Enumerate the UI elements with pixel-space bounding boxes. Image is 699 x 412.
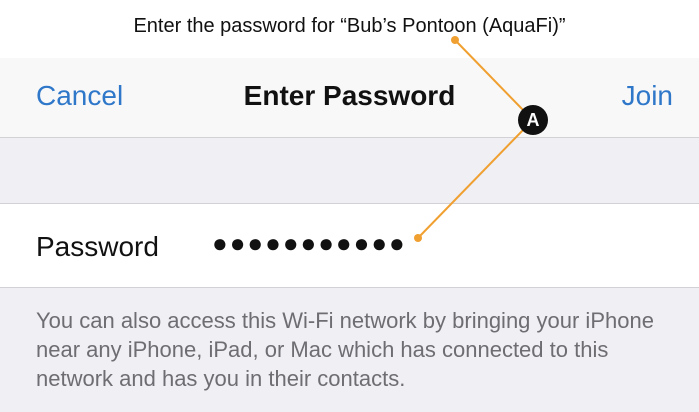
footer-section: You can also access this Wi-Fi network b… bbox=[0, 288, 699, 412]
password-field-row[interactable]: Password ●●●●●●●●●●● bbox=[0, 204, 699, 288]
password-label: Password bbox=[36, 231, 159, 262]
page-title: Enter Password bbox=[243, 80, 456, 111]
join-button[interactable]: Join bbox=[622, 80, 673, 112]
section-spacer bbox=[0, 138, 699, 204]
footer-help-text: You can also access this Wi-Fi network b… bbox=[36, 308, 654, 391]
network-password-prompt: Enter the password for “Bub’s Pontoon (A… bbox=[0, 0, 699, 58]
callout-badge: A bbox=[518, 105, 548, 135]
navigation-bar: Cancel Enter Password Join bbox=[0, 58, 699, 138]
password-input[interactable]: ●●●●●●●●●●● bbox=[212, 228, 407, 259]
